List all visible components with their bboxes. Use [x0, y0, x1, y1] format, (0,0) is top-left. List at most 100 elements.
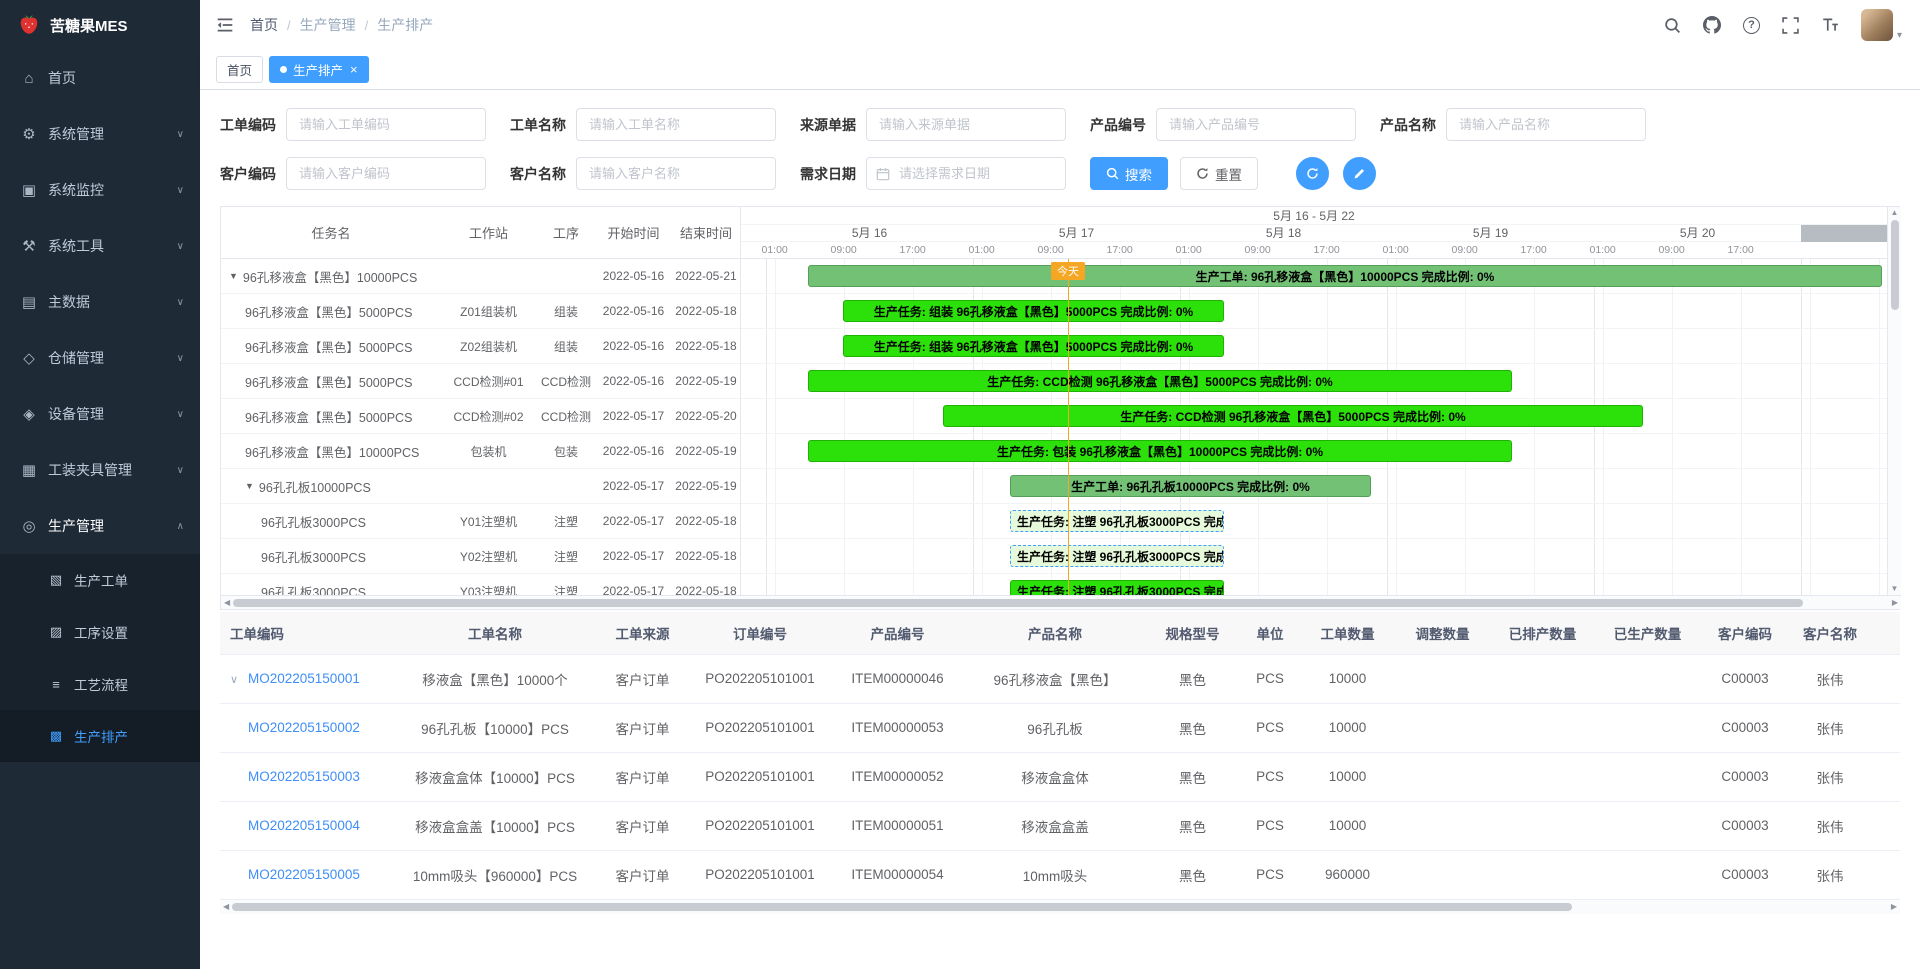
search-icon[interactable]	[1664, 17, 1681, 34]
tab-close-icon[interactable]: ×	[350, 63, 358, 76]
user-menu[interactable]: ▾	[1861, 9, 1902, 41]
sidebar-item-system-tools[interactable]: ⚒系统工具∨	[0, 218, 200, 274]
end-time-cell: 2022-05-18	[671, 514, 740, 528]
gantt-bar[interactable]: 生产工单: 96孔移液盒【黑色】10000PCS 完成比例: 0%	[808, 265, 1882, 287]
gantt-bar-label: 生产任务: 注塑 96孔孔板3000PCS 完成比例: 0%	[1011, 513, 1223, 530]
gantt-task-name-cell: 96孔孔板3000PCS	[221, 512, 441, 531]
caret-down-icon[interactable]: ▼	[245, 481, 254, 491]
gantt-task-row[interactable]: 96孔移液盒【黑色】5000PCSZ01组装机组装2022-05-162022-…	[221, 294, 740, 329]
gantt-horizontal-scrollbar[interactable]: ◀ ▶	[221, 595, 1901, 609]
order-code-link[interactable]: MO202205150005	[248, 867, 360, 882]
scroll-down-icon[interactable]: ▼	[1891, 585, 1899, 593]
table-row[interactable]: MO202205150003移液盒盒体【10000】PCS客户订单PO20220…	[220, 752, 1900, 801]
product-name-input[interactable]	[1446, 108, 1646, 141]
table-row[interactable]: MO20220515000510mm吸头【960000】PCS客户订单PO202…	[220, 850, 1900, 899]
gantt-task-row[interactable]: 96孔移液盒【黑色】5000PCSCCD检测#02CCD检测2022-05-17…	[221, 399, 740, 434]
order-code-link[interactable]: MO202205150001	[248, 671, 360, 686]
tab-home[interactable]: 首页	[216, 56, 263, 83]
gantt-task-row[interactable]: ▼96孔孔板10000PCS2022-05-172022-05-19	[221, 469, 740, 504]
sidebar-item-equipment[interactable]: ◈设备管理∨	[0, 386, 200, 442]
order-code-link[interactable]: MO202205150002	[248, 720, 360, 735]
gantt-bar[interactable]: 生产任务: 组装 96孔移液盒【黑色】5000PCS 完成比例: 0%	[843, 300, 1224, 322]
gantt-bar[interactable]: 生产工单: 96孔孔板10000PCS 完成比例: 0%	[1010, 475, 1371, 497]
gantt-bar[interactable]: 生产任务: 注塑 96孔孔板3000PCS 完成比例: 0%	[1010, 580, 1224, 595]
gantt-bar[interactable]: 生产任务: 包装 96孔移液盒【黑色】10000PCS 完成比例: 0%	[808, 440, 1512, 462]
gantt-task-row[interactable]: ▼96孔移液盒【黑色】10000PCS2022-05-162022-05-21	[221, 259, 740, 294]
gantt-bar[interactable]: 生产任务: 注塑 96孔孔板3000PCS 完成比例: 0%	[1010, 510, 1224, 532]
sidebar-item-work-order[interactable]: ▧生产工单	[0, 554, 200, 606]
font-size-icon[interactable]	[1821, 16, 1839, 34]
sidebar-item-fixture[interactable]: ▦工装夹具管理∨	[0, 442, 200, 498]
order-cell: 黑色	[1145, 850, 1240, 899]
task-name: 96孔移液盒【黑色】10000PCS	[243, 267, 417, 286]
sidebar-item-process-flow[interactable]: ≡工艺流程	[0, 658, 200, 710]
caret-down-icon[interactable]: ▼	[229, 271, 238, 281]
gantt-chart-row: 生产任务: 注塑 96孔孔板3000PCS 完成比例: 0%	[741, 574, 1887, 595]
scroll-left-icon[interactable]: ◀	[223, 903, 229, 911]
github-icon[interactable]	[1703, 16, 1721, 34]
table-horizontal-scrollbar[interactable]: ◀ ▶	[220, 900, 1900, 914]
column-header: 已生产数量	[1595, 612, 1700, 654]
search-button[interactable]: 搜索	[1090, 157, 1168, 190]
gantt-bar[interactable]: 生产任务: 组装 96孔移液盒【黑色】5000PCS 完成比例: 0%	[843, 335, 1224, 357]
gantt-bar[interactable]: 生产任务: CCD检测 96孔移液盒【黑色】5000PCS 完成比例: 0%	[943, 405, 1643, 427]
filter-demand-date: 需求日期	[800, 157, 1066, 190]
sidebar-item-label: 系统工具	[48, 236, 167, 256]
scroll-up-icon[interactable]: ▲	[1891, 209, 1899, 217]
work-order-code-input[interactable]	[286, 108, 486, 141]
table-row[interactable]: ∨MO202205150001移液盒【黑色】10000个客户订单PO202205…	[220, 654, 1900, 703]
table-row[interactable]: MO202205150004移液盒盒盖【10000】PCS客户订单PO20220…	[220, 801, 1900, 850]
start-time-cell: 2022-05-17	[596, 409, 671, 423]
work-order-name-input[interactable]	[576, 108, 776, 141]
gantt-timeline: 5月 16 - 5月 22 5月 165月 175月 185月 195月 20 …	[741, 207, 1887, 595]
vertical-scrollbar-thumb[interactable]	[1891, 220, 1899, 310]
gantt-vertical-scrollbar[interactable]: ▲ ▼	[1887, 207, 1901, 595]
help-icon[interactable]: ?	[1743, 17, 1760, 34]
sidebar-item-system-monitor[interactable]: ▣系统监控∨	[0, 162, 200, 218]
row-expand-icon[interactable]: ∨	[230, 673, 248, 686]
gantt-task-row[interactable]: 96孔移液盒【黑色】10000PCS包装机包装2022-05-162022-05…	[221, 434, 740, 469]
sidebar-item-master-data[interactable]: ▤主数据∨	[0, 274, 200, 330]
sidebar-item-home[interactable]: ⌂首页	[0, 50, 200, 106]
column-header: 订单编号	[690, 612, 830, 654]
sidebar-item-scheduling[interactable]: ▩生产排产	[0, 710, 200, 762]
gantt-task-row[interactable]: 96孔孔板3000PCSY03注塑机注塑2022-05-172022-05-18	[221, 574, 740, 595]
gantt-task-row[interactable]: 96孔移液盒【黑色】5000PCSCCD检测#01CCD检测2022-05-16…	[221, 364, 740, 399]
system-mgmt-icon: ⚙	[20, 125, 38, 143]
scroll-right-icon[interactable]: ▶	[1891, 903, 1897, 911]
scroll-right-icon[interactable]: ▶	[1892, 599, 1898, 607]
source-doc-input[interactable]	[866, 108, 1066, 141]
gantt-hour-label: 09:00	[1658, 242, 1684, 258]
breadcrumb-item[interactable]: 首页	[250, 15, 278, 35]
reset-button[interactable]: 重置	[1180, 157, 1258, 190]
horizontal-scrollbar-thumb[interactable]	[233, 599, 1803, 607]
gantt-task-row[interactable]: 96孔移液盒【黑色】5000PCSZ02组装机组装2022-05-162022-…	[221, 329, 740, 364]
hamburger-icon[interactable]	[216, 16, 234, 34]
order-code-link[interactable]: MO202205150003	[248, 769, 360, 784]
sidebar-item-production[interactable]: ◎生产管理∧	[0, 498, 200, 554]
gantt-task-row[interactable]: 96孔孔板3000PCSY02注塑机注塑2022-05-172022-05-18	[221, 539, 740, 574]
scroll-left-icon[interactable]: ◀	[224, 599, 230, 607]
refresh-circle-button[interactable]	[1296, 157, 1329, 190]
gantt-hour-label: 01:00	[1382, 242, 1408, 258]
process-setting-icon: ▨	[48, 624, 64, 640]
gantt-task-row[interactable]: 96孔孔板3000PCSY01注塑机注塑2022-05-172022-05-18	[221, 504, 740, 539]
sidebar-item-warehouse[interactable]: ◇仓储管理∨	[0, 330, 200, 386]
product-code-input[interactable]	[1156, 108, 1356, 141]
customer-code-input[interactable]	[286, 157, 486, 190]
customer-name-input[interactable]	[576, 157, 776, 190]
fullscreen-icon[interactable]	[1782, 17, 1799, 34]
order-cell: 移液盒【黑色】10000个	[395, 654, 595, 703]
sidebar-item-process-setting[interactable]: ▨工序设置	[0, 606, 200, 658]
demand-date-input[interactable]	[866, 157, 1066, 190]
horizontal-scrollbar-thumb[interactable]	[232, 903, 1572, 911]
table-row[interactable]: MO20220515000296孔孔板【10000】PCS客户订单PO20220…	[220, 703, 1900, 752]
tab-scheduling[interactable]: 生产排产×	[269, 56, 369, 83]
gantt-bar[interactable]: 生产任务: CCD检测 96孔移液盒【黑色】5000PCS 完成比例: 0%	[808, 370, 1512, 392]
end-time-cell: 2022-05-20	[671, 409, 740, 423]
gantt-bar[interactable]: 生产任务: 注塑 96孔孔板3000PCS 完成比例: 0%	[1010, 545, 1224, 567]
sidebar-item-system-mgmt[interactable]: ⚙系统管理∨	[0, 106, 200, 162]
gantt-hour-label: 09:00	[1037, 242, 1063, 258]
order-code-link[interactable]: MO202205150004	[248, 818, 360, 833]
edit-circle-button[interactable]	[1343, 157, 1376, 190]
